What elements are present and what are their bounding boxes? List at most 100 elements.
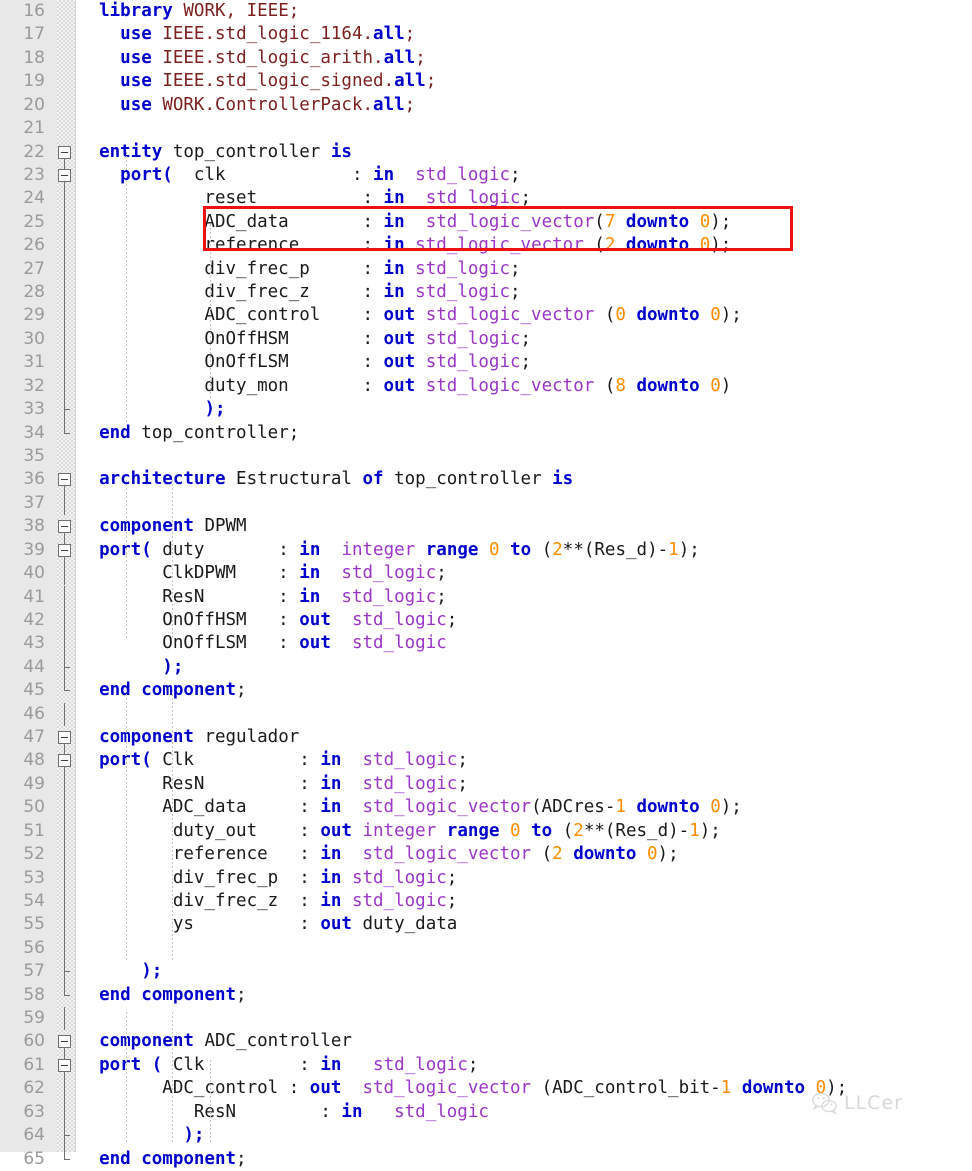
code-line[interactable]: 54 div_frec_z : in std_logic; [0, 890, 972, 913]
code-text[interactable]: use IEEE.std_logic_1164.all; [78, 23, 415, 46]
code-line[interactable]: 24 reset : in std_logic; [0, 187, 972, 210]
code-text[interactable]: ResN : in std_logic; [78, 773, 468, 796]
code-text[interactable]: end component; [78, 679, 247, 702]
code-line[interactable]: 64 ); [0, 1124, 972, 1147]
code-text[interactable]: reset : in std_logic; [78, 187, 531, 210]
code-text[interactable]: library WORK, IEEE; [78, 0, 299, 23]
code-text[interactable]: duty_out : out integer range 0 to (2**(R… [78, 820, 721, 843]
code-text[interactable]: ADC_control : out std_logic_vector (0 do… [78, 304, 741, 327]
code-text[interactable]: port ( Clk : in std_logic; [78, 1054, 478, 1077]
code-text[interactable]: ); [78, 398, 225, 421]
code-text[interactable]: div_frec_p : in std_logic; [78, 867, 458, 890]
code-line[interactable]: 58 end component; [0, 984, 972, 1007]
code-text[interactable]: use IEEE.std_logic_signed.all; [78, 70, 436, 93]
code-text[interactable]: div_frec_p : in std_logic; [78, 258, 520, 281]
code-line[interactable]: 52 reference : in std_logic_vector (2 do… [0, 843, 972, 866]
code-line[interactable]: 28 div_frec_z : in std_logic; [0, 281, 972, 304]
code-text[interactable]: ADC_data : in std_logic_vector(7 downto … [78, 211, 731, 234]
fold-collapse-icon[interactable] [58, 754, 71, 768]
code-line[interactable]: 26 reference : in std_logic_vector (2 do… [0, 234, 972, 257]
code-line[interactable]: 17 use IEEE.std_logic_1164.all; [0, 23, 972, 46]
code-text[interactable]: use IEEE.std_logic_arith.all; [78, 47, 426, 70]
code-line[interactable]: 57 ); [0, 960, 972, 983]
code-text[interactable]: OnOffLSM : out std_logic; [78, 351, 531, 374]
code-line[interactable]: 16 library WORK, IEEE; [0, 0, 972, 23]
code-line[interactable]: 60 component ADC_controller [0, 1030, 972, 1053]
code-text[interactable]: ); [78, 960, 162, 983]
code-line[interactable]: 35 [0, 445, 972, 468]
code-text[interactable]: duty_mon : out std_logic_vector (8 downt… [78, 375, 731, 398]
code-line[interactable]: 18 use IEEE.std_logic_arith.all; [0, 47, 972, 70]
code-line[interactable]: 36 architecture Estructural of top_contr… [0, 468, 972, 491]
code-text[interactable]: OnOffLSM : out std_logic [78, 632, 447, 655]
code-text[interactable]: ys : out duty_data [78, 913, 457, 936]
code-text[interactable]: reference : in std_logic_vector (2 downt… [78, 234, 731, 257]
code-line[interactable]: 44 ); [0, 656, 972, 679]
code-text[interactable]: ADC_data : in std_logic_vector(ADCres-1 … [78, 796, 742, 819]
code-line[interactable]: 25 ADC_data : in std_logic_vector(7 down… [0, 211, 972, 234]
code-line[interactable]: 46 [0, 703, 972, 726]
fold-collapse-icon[interactable] [58, 145, 71, 159]
code-line[interactable]: 50 ADC_data : in std_logic_vector(ADCres… [0, 796, 972, 819]
code-text[interactable]: div_frec_z : in std_logic; [78, 890, 458, 913]
code-line[interactable]: 32 duty_mon : out std_logic_vector (8 do… [0, 375, 972, 398]
code-line[interactable]: 65 end component; [0, 1148, 972, 1171]
code-text[interactable]: component ADC_controller [78, 1030, 352, 1053]
code-text[interactable]: ADC_control : out std_logic_vector (ADC_… [78, 1077, 847, 1100]
code-line[interactable]: 48 port( Clk : in std_logic; [0, 749, 972, 772]
code-line[interactable]: 40 ClkDPWM : in std_logic; [0, 562, 972, 585]
code-line[interactable]: 20 use WORK.ControllerPack.all; [0, 94, 972, 117]
fold-collapse-icon[interactable] [58, 543, 71, 557]
code-line[interactable]: 27 div_frec_p : in std_logic; [0, 258, 972, 281]
code-line[interactable]: 31 OnOffLSM : out std_logic; [0, 351, 972, 374]
code-text[interactable]: end top_controller; [78, 422, 299, 445]
code-line[interactable]: 39 port( duty : in integer range 0 to (2… [0, 539, 972, 562]
code-line[interactable]: 51 duty_out : out integer range 0 to (2*… [0, 820, 972, 843]
code-line[interactable]: 42 OnOffHSM : out std_logic; [0, 609, 972, 632]
code-text[interactable]: OnOffHSM : out std_logic; [78, 609, 457, 632]
code-line[interactable]: 56 [0, 937, 972, 960]
code-text[interactable]: ); [78, 656, 183, 679]
fold-collapse-icon[interactable] [58, 1035, 71, 1049]
code-text[interactable]: OnOffHSM : out std_logic; [78, 328, 531, 351]
fold-collapse-icon[interactable] [58, 168, 71, 182]
fold-collapse-icon[interactable] [58, 520, 71, 534]
code-line[interactable]: 34 end top_controller; [0, 422, 972, 445]
fold-collapse-icon[interactable] [58, 473, 71, 487]
code-line[interactable]: 61 port ( Clk : in std_logic; [0, 1054, 972, 1077]
code-text[interactable]: reference : in std_logic_vector (2 downt… [78, 843, 679, 866]
code-text[interactable]: end component; [78, 984, 247, 1007]
code-line[interactable]: 47 component regulador [0, 726, 972, 749]
code-text[interactable]: architecture Estructural of top_controll… [78, 468, 573, 491]
code-line[interactable]: 38 component DPWM [0, 515, 972, 538]
fold-collapse-icon[interactable] [58, 1058, 71, 1072]
code-text[interactable]: port( clk : in std_logic; [78, 164, 520, 187]
code-text[interactable]: end component; [78, 1148, 247, 1171]
code-text[interactable]: ResN : in std_logic [78, 1101, 489, 1124]
code-text[interactable]: port( Clk : in std_logic; [78, 749, 468, 772]
code-line[interactable]: 21 [0, 117, 972, 140]
code-line[interactable]: 55 ys : out duty_data [0, 913, 972, 936]
code-text[interactable]: ResN : in std_logic; [78, 586, 447, 609]
code-line[interactable]: 41 ResN : in std_logic; [0, 586, 972, 609]
code-line[interactable]: 23 port( clk : in std_logic; [0, 164, 972, 187]
code-text[interactable]: entity top_controller is [78, 141, 352, 164]
code-line[interactable]: 37 [0, 492, 972, 515]
code-line[interactable]: 53 div_frec_p : in std_logic; [0, 867, 972, 890]
code-line[interactable]: 29 ADC_control : out std_logic_vector (0… [0, 304, 972, 327]
code-text[interactable]: component DPWM [78, 515, 247, 538]
code-text[interactable]: use WORK.ControllerPack.all; [78, 94, 415, 117]
code-line[interactable]: 45 end component; [0, 679, 972, 702]
code-line[interactable]: 59 [0, 1007, 972, 1030]
code-line[interactable]: 43 OnOffLSM : out std_logic [0, 632, 972, 655]
code-text[interactable]: ); [78, 1124, 204, 1147]
code-line[interactable]: 19 use IEEE.std_logic_signed.all; [0, 70, 972, 93]
code-editor[interactable]: 16 library WORK, IEEE; 17 use IEEE.std_lo… [0, 0, 972, 1169]
code-line[interactable]: 49 ResN : in std_logic; [0, 773, 972, 796]
code-text[interactable]: component regulador [78, 726, 299, 749]
code-line[interactable]: 33 ); [0, 398, 972, 421]
code-text[interactable]: ClkDPWM : in std_logic; [78, 562, 447, 585]
code-line[interactable]: 22 entity top_controller is [0, 141, 972, 164]
code-text[interactable]: div_frec_z : in std_logic; [78, 281, 520, 304]
code-line[interactable]: 30 OnOffHSM : out std_logic; [0, 328, 972, 351]
